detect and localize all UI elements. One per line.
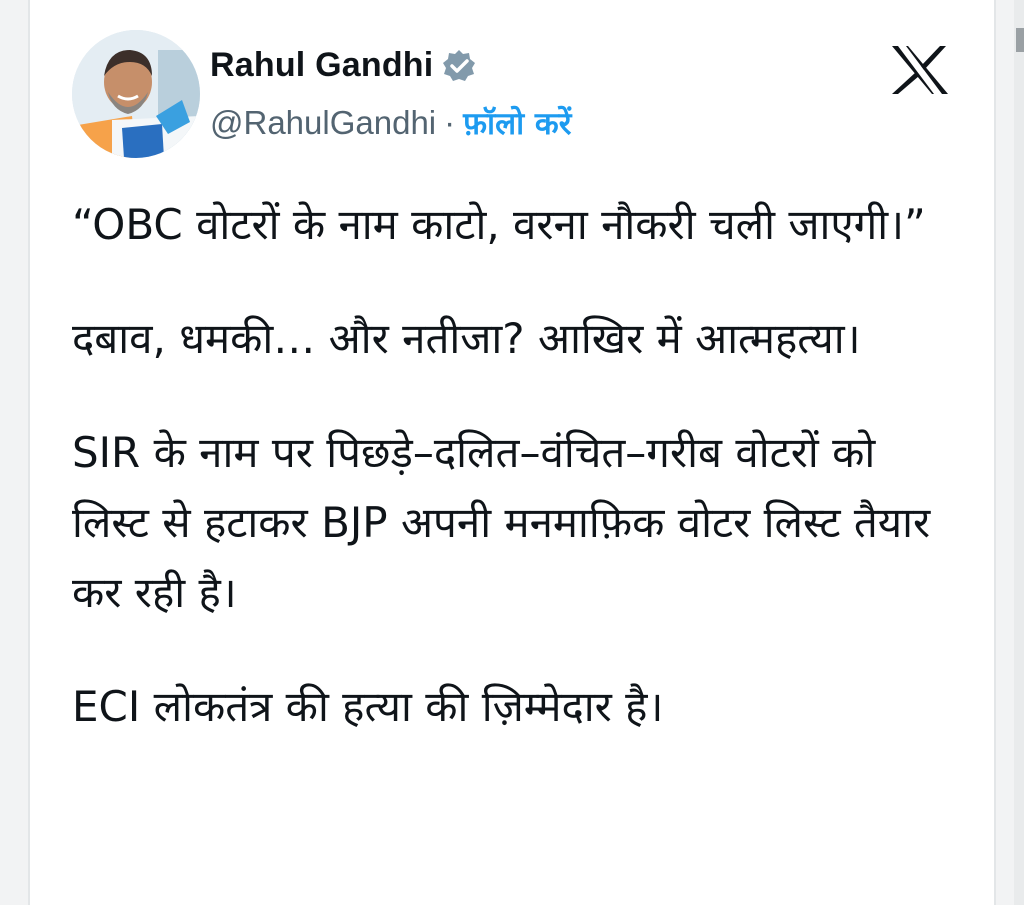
tweet-paragraph: SIR के नाम पर पिछड़े–दलित–वंचित–गरीब वोट…	[72, 428, 931, 617]
author-name-row: Rahul Gandhi	[210, 46, 477, 85]
author-name[interactable]: Rahul Gandhi	[210, 46, 433, 85]
tweet-paragraph: ECI लोकतंत्र की हत्या की ज़िम्मेदार है।	[72, 682, 664, 731]
x-logo-icon[interactable]	[890, 44, 950, 96]
page-edge	[1014, 0, 1024, 905]
tweet-paragraph: दबाव, धमकी… और नतीजा? आखिर में आत्महत्या…	[72, 314, 861, 363]
author-handle[interactable]: @RahulGandhi	[210, 104, 436, 142]
avatar[interactable]	[72, 30, 200, 158]
verified-badge-icon	[441, 48, 477, 84]
tweet-paragraph: “OBC वोटरों के नाम काटो, वरना नौकरी चली …	[72, 200, 926, 249]
author-handle-row: @RahulGandhi · फ़ॉलो करें	[210, 102, 571, 144]
follow-button[interactable]: फ़ॉलो करें	[463, 102, 571, 144]
tweet-text: “OBC वोटरों के नाम काटो, वरना नौकरी चली …	[72, 190, 952, 786]
separator-dot: ·	[444, 104, 456, 141]
avatar-image	[72, 30, 200, 158]
scrollbar-thumb[interactable]	[1016, 28, 1024, 52]
